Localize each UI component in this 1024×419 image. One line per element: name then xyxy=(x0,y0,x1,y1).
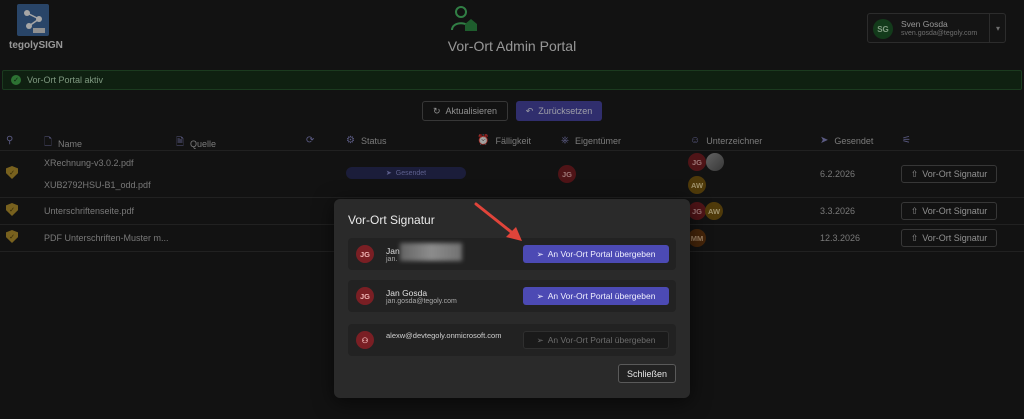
dialog-title: Vor-Ort Signatur xyxy=(348,213,435,227)
avatar: JG xyxy=(356,287,374,305)
close-button[interactable]: Schließen xyxy=(618,364,676,383)
signer-email: jan.gosda@tegoly.com xyxy=(386,298,457,305)
send-pen-icon: ➢ xyxy=(536,290,544,301)
handover-button[interactable]: ➢ An Vor-Ort Portal übergeben xyxy=(523,287,669,305)
handover-button[interactable]: ➢ An Vor-Ort Portal übergeben xyxy=(523,245,669,263)
annotation-arrow-icon xyxy=(474,202,522,241)
redacted-text xyxy=(400,243,462,261)
signer-row: ⚇ alexw@devtegoly.onmicrosoft.com ➢ An Vo… xyxy=(348,324,676,356)
avatar: JG xyxy=(356,245,374,263)
signer-name: Jan xyxy=(386,246,400,256)
user-icon: ⚇ xyxy=(356,331,374,349)
signer-email: alexw@devtegoly.onmicrosoft.com xyxy=(386,331,502,340)
send-pen-icon: ➢ xyxy=(536,334,544,345)
signer-email: jan. xyxy=(386,256,398,263)
handover-button-disabled: ➢ An Vor-Ort Portal übergeben xyxy=(523,331,669,349)
send-pen-icon: ➢ xyxy=(536,248,544,259)
signer-row: JG Jan Gosda jan.gosda@tegoly.com ➢ An Vo… xyxy=(348,280,676,312)
signer-name: Jan Gosda xyxy=(386,288,428,298)
